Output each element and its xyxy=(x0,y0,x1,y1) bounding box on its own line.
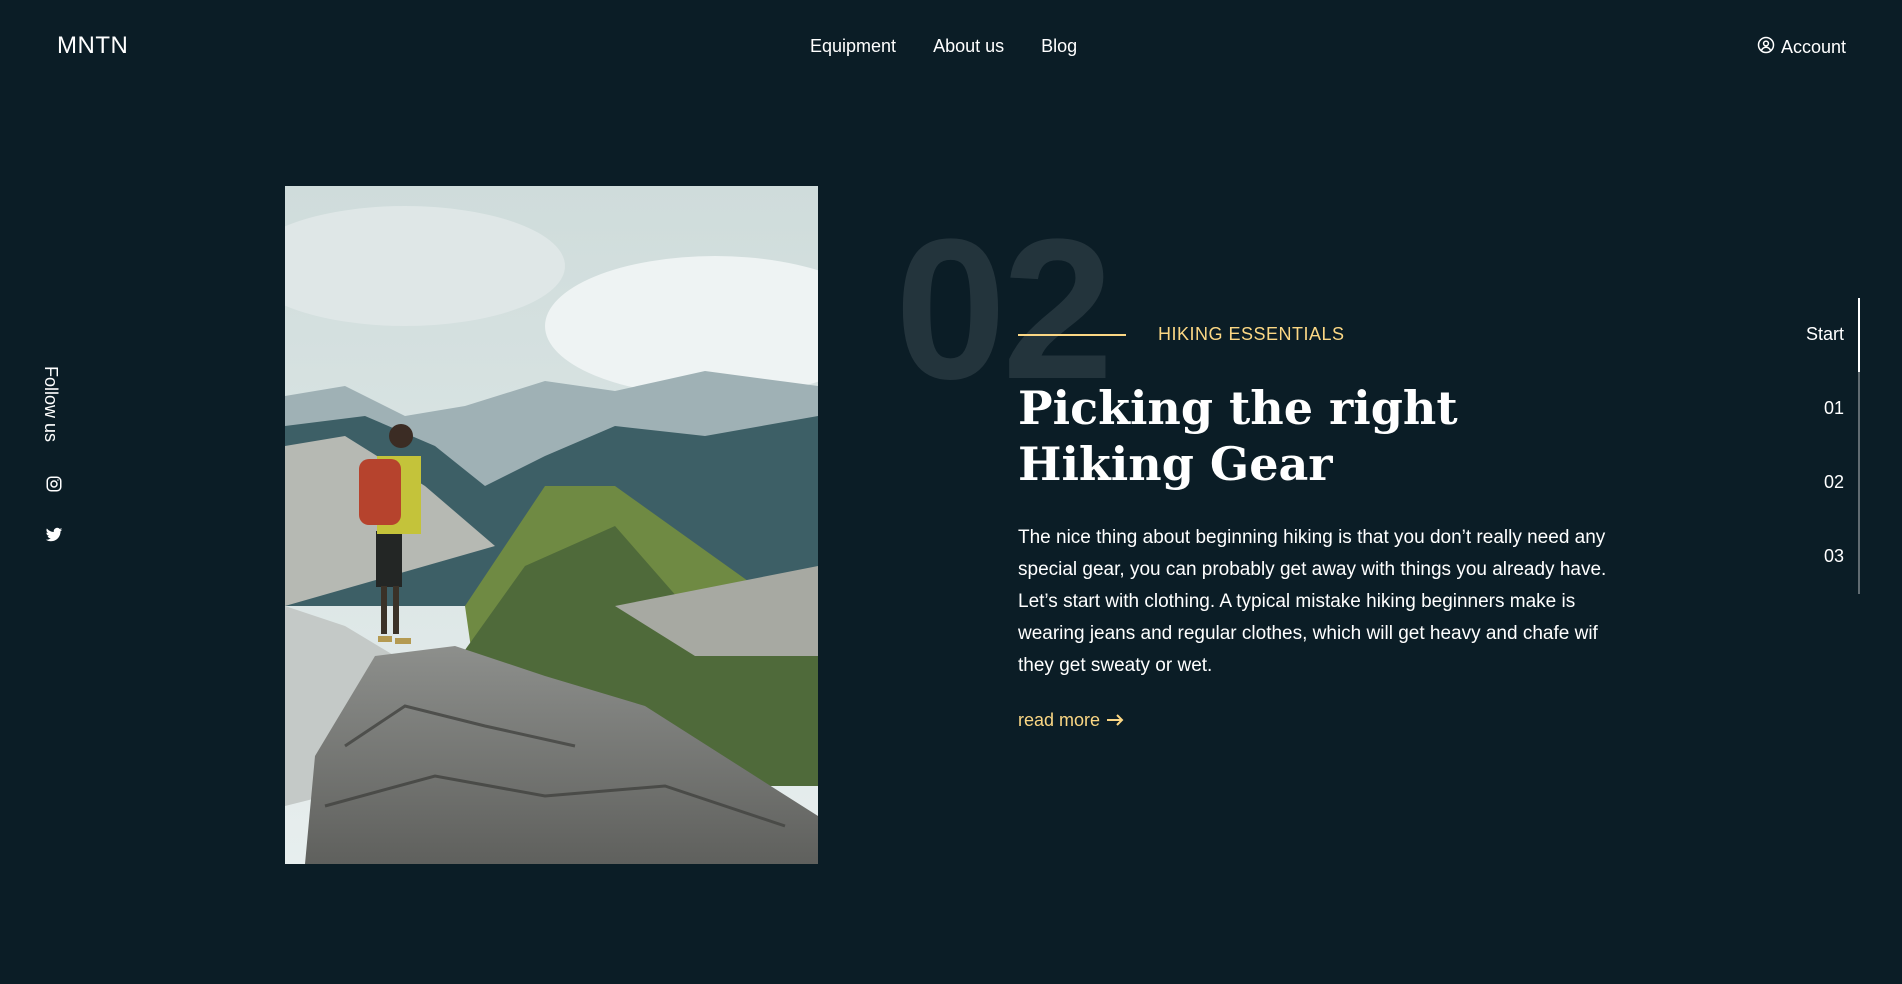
eyebrow-divider xyxy=(1018,334,1126,336)
nav-item-equipment[interactable]: Equipment xyxy=(810,36,896,57)
step-02[interactable]: 02 xyxy=(1824,472,1844,493)
read-more-label: read more xyxy=(1018,710,1101,730)
nav-item-blog[interactable]: Blog xyxy=(1041,36,1077,57)
logo[interactable]: MNTN xyxy=(57,32,128,60)
account-link[interactable]: Account xyxy=(1757,36,1846,59)
follow-us: Follow us xyxy=(40,366,68,446)
headline-line-2: Hiking Gear xyxy=(1018,437,1333,491)
headline-line-1: Picking the right xyxy=(1018,381,1458,435)
main-nav: Equipment About us Blog xyxy=(810,36,1077,57)
section-eyebrow: HIKING ESSENTIALS xyxy=(1158,324,1345,344)
account-label: Account xyxy=(1780,37,1846,57)
step-03[interactable]: 03 xyxy=(1824,546,1844,567)
twitter-icon[interactable] xyxy=(45,526,63,544)
section-body: The nice thing about beginning hiking is… xyxy=(1018,527,1607,676)
instagram-icon[interactable] xyxy=(45,475,63,493)
progress-indicator xyxy=(1858,298,1860,372)
step-01[interactable]: 01 xyxy=(1824,398,1844,419)
step-start[interactable]: Start xyxy=(1806,324,1844,345)
section-progress-nav: Start 01 02 03 xyxy=(1780,298,1860,594)
read-more-link[interactable]: read more xyxy=(1018,710,1124,731)
user-circle-icon xyxy=(1757,36,1775,59)
arrow-right-icon xyxy=(1106,710,1124,731)
nav-item-about-us[interactable]: About us xyxy=(933,36,1004,57)
hero-image-hiker xyxy=(285,186,818,864)
follow-us-label: Follow us xyxy=(41,366,61,443)
section-headline: Picking the right Hiking Gear xyxy=(1018,380,1478,492)
